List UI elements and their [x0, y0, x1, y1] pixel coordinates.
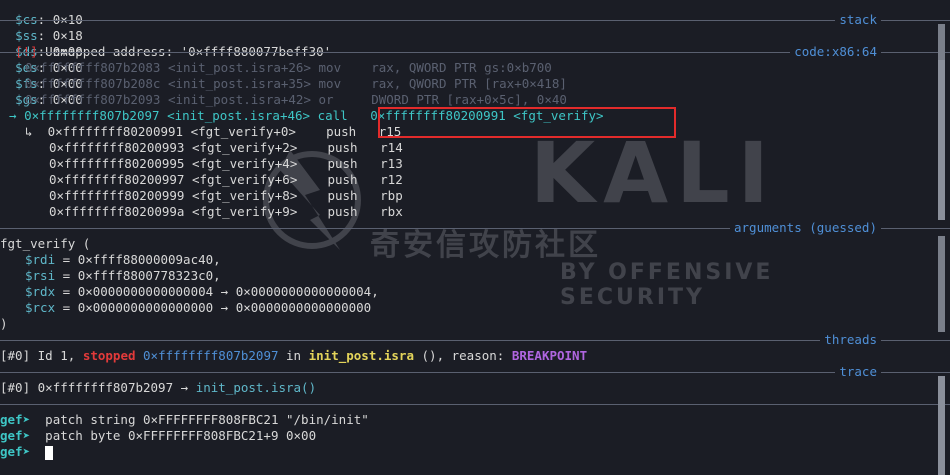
- call-line: ↳ 0×ffffffff80200991 <fgt_verify+0> push…: [25, 124, 402, 139]
- code-scrollbar[interactable]: [938, 60, 945, 220]
- argument-line: $rsi = 0×ffff8800778323c0,: [25, 268, 221, 283]
- segment-registers: $cs: 0×10 $ss: 0×18 $ds: 0×00 $es: 0×00 …: [15, 12, 83, 107]
- prompt-line: gef➤ patch byte 0×FFFFFFFF808FBC21+9 0×0…: [0, 428, 316, 444]
- code-separator: code:x86:64: [0, 44, 950, 60]
- threads-separator: threads: [0, 332, 950, 348]
- stack-separator: stack: [0, 12, 950, 28]
- call-line: 0×ffffffff80200995 <fgt_verify+4> push r…: [49, 156, 403, 171]
- prompt-line: gef➤ patch string 0×FFFFFFFF808FBC21 "/b…: [0, 412, 369, 428]
- trace-separator: trace: [0, 364, 950, 380]
- command-text: patch string 0×FFFFFFFF808FBC21 "/bin/in…: [45, 412, 369, 427]
- arguments-section-label: arguments (guessed): [730, 220, 881, 236]
- prompt-label: gef➤: [0, 412, 31, 427]
- argument-line: $rdi = 0×ffff88000009ac40,: [25, 252, 221, 267]
- watermark-tagline: BY OFFENSIVE SECURITY: [560, 260, 774, 310]
- call-line: 0×ffffffff80200993 <fgt_verify+2> push r…: [49, 140, 403, 155]
- function-close: ): [0, 316, 8, 331]
- code-line: 0×ffffffff807b2093 <init_post.isra+42> o…: [25, 92, 567, 107]
- prompt-label: gef➤: [0, 428, 31, 443]
- thread-line: [#0] Id 1, stopped 0×ffffffff807b2097 in…: [0, 348, 588, 363]
- terminal-scrollbar[interactable]: [938, 376, 945, 475]
- function-signature: fgt_verify (: [0, 236, 91, 251]
- command-text: patch byte 0×FFFFFFFF808FBC21+9 0×00: [45, 428, 317, 443]
- trace-section-label: trace: [835, 364, 881, 380]
- argument-line: $rdx = 0×0000000000000004 → 0×0000000000…: [25, 284, 379, 299]
- thread-reason: BREAKPOINT: [511, 348, 588, 363]
- call-line: 0×ffffffff80200999 <fgt_verify+8> push r…: [49, 188, 403, 203]
- trace-arrow-icon: →: [180, 380, 189, 395]
- code-line: 0×ffffffff807b208c <init_post.isra+35> m…: [25, 76, 567, 91]
- thread-id: [#0]: [0, 348, 31, 363]
- thread-state: stopped: [82, 348, 136, 363]
- threads-section-label: threads: [820, 332, 881, 348]
- active-prompt-line[interactable]: gef➤: [0, 444, 54, 460]
- trace-line: [#0] 0×ffffffff807b2097 → init_post.isra…: [0, 380, 317, 395]
- watermark-brand: KALI: [530, 124, 777, 222]
- unmapped-message: [!] Unmapped address: '0×ffff880077beff3…: [0, 28, 331, 59]
- call-line: 0×ffffffff80200997 <fgt_verify+6> push r…: [49, 172, 403, 187]
- argument-line: $rcx = 0×0000000000000000 → 0×0000000000…: [25, 300, 372, 315]
- prompt-label: gef➤: [0, 444, 31, 459]
- stack-scrollbar[interactable]: [938, 24, 945, 60]
- call-highlight-box: [378, 107, 676, 138]
- call-line: 0×ffffffff8020099a <fgt_verify+9> push r…: [49, 204, 403, 219]
- current-arrow-icon: →: [9, 108, 17, 123]
- branch-arrow-icon: ↳: [25, 124, 33, 139]
- stack-section-label: stack: [835, 12, 881, 28]
- arguments-scrollbar[interactable]: [938, 236, 945, 332]
- thread-func: init_post.isra: [308, 348, 414, 363]
- text-cursor: [45, 445, 54, 460]
- bottom-separator: [0, 396, 950, 412]
- code-line: 0×ffffffff807b2083 <init_post.isra+26> m…: [25, 60, 552, 75]
- code-section-label: code:x86:64: [790, 44, 881, 60]
- arguments-separator: arguments (guessed): [0, 220, 950, 236]
